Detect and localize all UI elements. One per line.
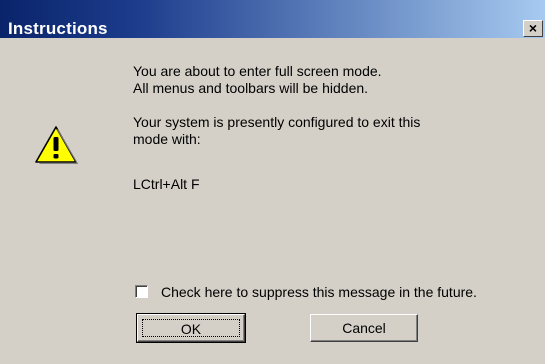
title-bar[interactable]: Instructions ×	[0, 0, 545, 38]
message-line-4: mode with:	[133, 131, 201, 147]
cancel-button[interactable]: Cancel	[310, 314, 418, 342]
message-line-1: You are about to enter full screen mode.	[133, 63, 382, 79]
warning-icon	[35, 126, 78, 164]
instructions-dialog: Instructions × You are about to enter fu…	[0, 0, 545, 364]
dialog-title: Instructions	[8, 19, 108, 38]
message-line-3: Your system is presently configured to e…	[133, 114, 421, 130]
ok-button[interactable]: OK	[136, 313, 246, 343]
message-line-2: All menus and toolbars will be hidden.	[133, 80, 369, 96]
exit-shortcut: LCtrl+Alt F	[133, 176, 200, 192]
suppress-checkbox-label[interactable]: Check here to suppress this message in t…	[161, 284, 477, 301]
ok-button-label: OK	[142, 319, 240, 337]
close-button[interactable]: ×	[523, 20, 543, 37]
suppress-checkbox[interactable]	[135, 285, 148, 298]
close-icon: ×	[528, 20, 538, 36]
